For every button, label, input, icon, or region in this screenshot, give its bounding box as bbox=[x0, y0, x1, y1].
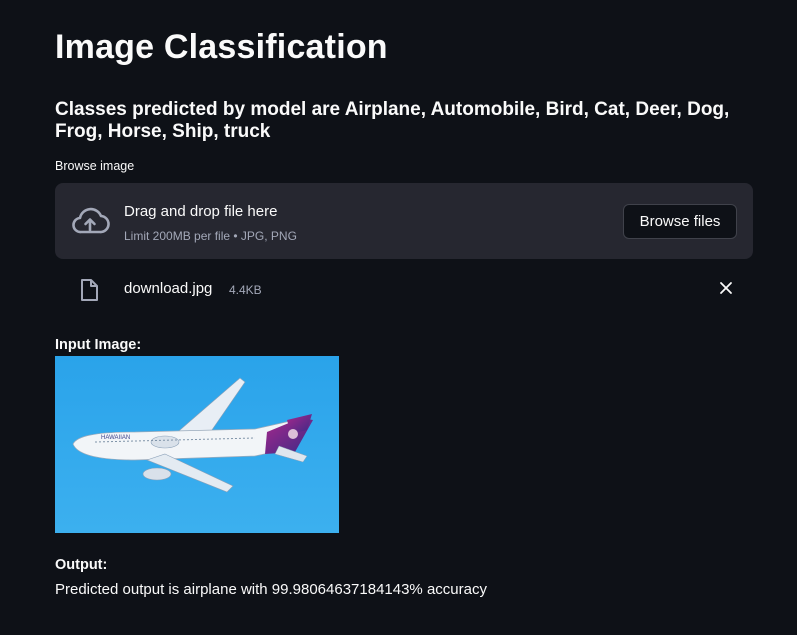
page-title: Image Classification bbox=[55, 28, 388, 66]
page-subtitle: Classes predicted by model are Airplane,… bbox=[55, 99, 730, 142]
airplane-image: HAWAIIAN bbox=[55, 356, 339, 533]
remove-file-button[interactable] bbox=[715, 277, 737, 299]
cloud-upload-icon bbox=[70, 206, 110, 236]
file-dropzone[interactable]: Drag and drop file here Limit 200MB per … bbox=[55, 183, 753, 259]
dropzone-limit-text: Limit 200MB per file • JPG, PNG bbox=[124, 229, 297, 243]
uploaded-file-name: download.jpg bbox=[124, 280, 213, 297]
prediction-output: Predicted output is airplane with 99.980… bbox=[55, 581, 487, 598]
close-icon bbox=[720, 282, 732, 294]
file-icon bbox=[78, 278, 100, 302]
dropzone-instructions: Drag and drop file here bbox=[124, 203, 278, 220]
uploader-label: Browse image bbox=[55, 159, 135, 173]
input-image-label: Input Image: bbox=[55, 337, 142, 353]
output-label: Output: bbox=[55, 557, 108, 573]
uploaded-file-size: 4.4KB bbox=[229, 283, 262, 297]
uploaded-file-row: download.jpg 4.4KB bbox=[55, 272, 753, 306]
input-image: HAWAIIAN bbox=[55, 356, 339, 533]
airplane-livery-text: HAWAIIAN bbox=[101, 435, 130, 441]
browse-files-button[interactable]: Browse files bbox=[623, 204, 737, 239]
